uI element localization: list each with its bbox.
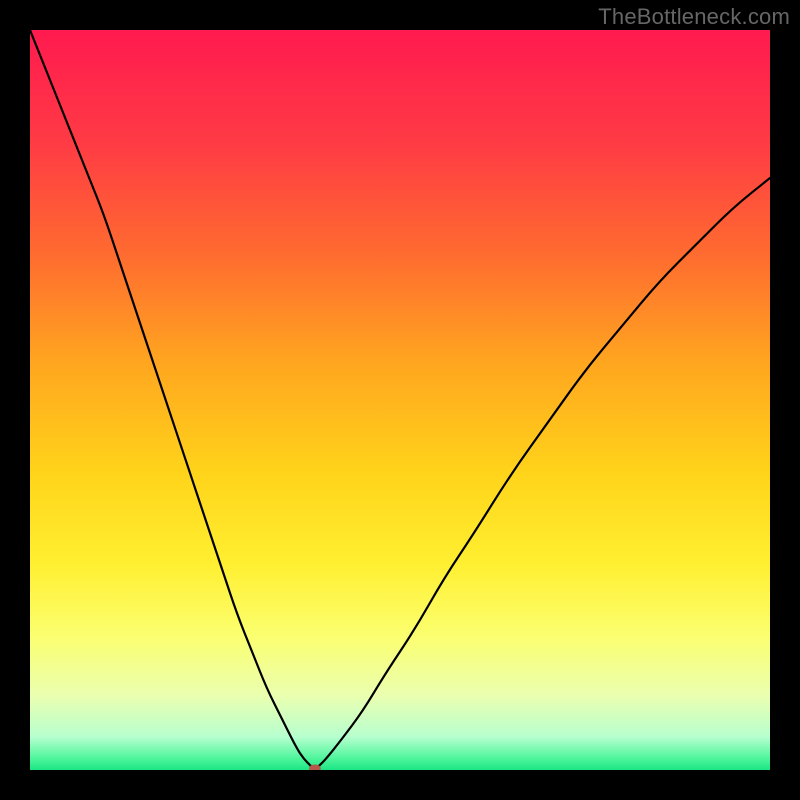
chart-background	[30, 30, 770, 770]
chart-svg	[30, 30, 770, 770]
chart-frame: TheBottleneck.com	[0, 0, 800, 800]
plot-area	[30, 30, 770, 770]
watermark-text: TheBottleneck.com	[598, 4, 790, 30]
